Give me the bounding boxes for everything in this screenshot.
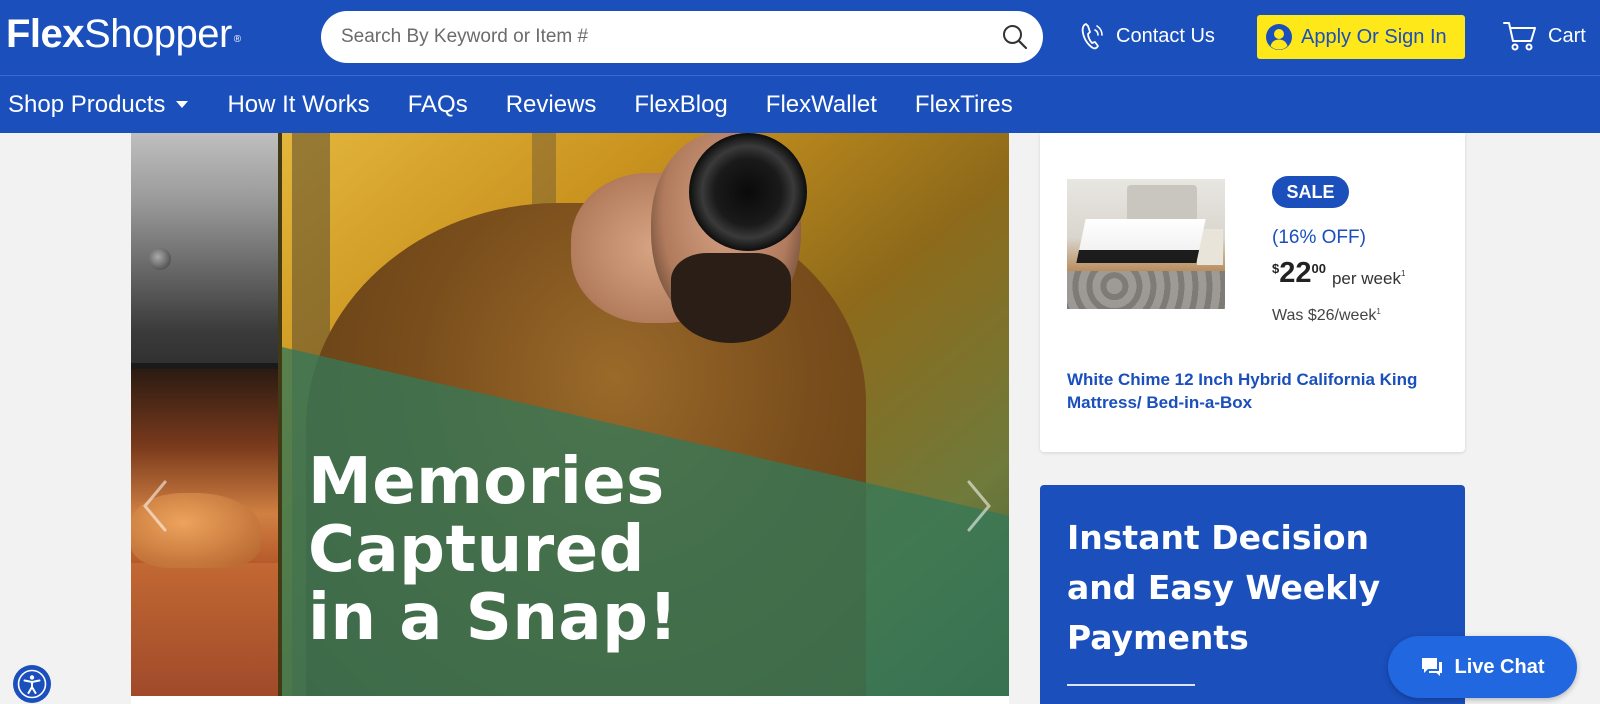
photographer-beard [671,253,791,343]
logo-text-bold: Flex [6,12,85,56]
hero-headline-line: in a Snap! [308,581,679,655]
contact-us-link[interactable]: Contact Us [1078,20,1215,52]
nav-item-flexblog[interactable]: FlexBlog [634,91,727,119]
promo-headline: Instant Decision and Easy Weekly Payment… [1067,513,1447,663]
nav-item-flextires[interactable]: FlexTires [915,91,1013,119]
rug [1067,271,1225,309]
hero-bottom-edge [131,696,1009,704]
price-unit-label: per week [1331,269,1401,288]
product-card[interactable]: SALE (16% OFF) $ 22 00 per week1 Was $26… [1040,133,1465,452]
hero-headline: Memories Captured in a Snap! [308,448,678,652]
top-header: FlexShopper® Contact Us Apply Or Sign In [0,0,1600,75]
cart-icon [1503,22,1536,51]
nav-item-label: FlexTires [914,90,1013,118]
sale-badge: SALE [1272,176,1349,208]
footnote-marker: 1 [1400,269,1406,278]
discount-percent: (16% OFF) [1272,227,1366,248]
hero-oven-image [131,133,278,696]
promo-underline [1067,684,1195,686]
nav-item-label: FAQs [407,90,468,118]
search-icon[interactable] [1001,23,1029,51]
mattress [1076,219,1206,263]
promo-headline-line: Instant Decision [1067,518,1369,557]
cart-link[interactable]: Cart [1502,18,1586,54]
oven-knob [149,248,171,270]
contact-us-label: Contact Us [1116,24,1215,47]
chevron-right-icon[interactable] [965,478,995,534]
was-price: Was $26/week1 [1272,307,1381,325]
main-nav: Shop Products How It Works FAQs Reviews … [0,75,1600,133]
nav-item-label: FlexWallet [765,90,877,118]
product-image[interactable] [1067,179,1225,309]
live-chat-button[interactable]: Live Chat [1388,636,1577,698]
camera-lens [689,133,807,251]
nav-item-label: Reviews [505,90,597,118]
nav-item-shop-products[interactable]: Shop Products [8,91,189,119]
cart-label: Cart [1548,24,1586,47]
hero-headline-line: Captured [308,513,645,587]
nav-item-label: FlexBlog [634,90,728,118]
nav-item-reviews[interactable]: Reviews [506,91,597,119]
nav-item-faqs[interactable]: FAQs [408,91,468,119]
user-icon [1266,24,1292,50]
nav-item-how-it-works[interactable]: How It Works [227,91,369,119]
logo-registered-mark: ® [233,34,241,45]
chevron-down-icon [176,101,189,108]
price-cents: 00 [1311,261,1326,276]
nav-item-label: How It Works [227,90,370,118]
price-dollars: 22 [1279,257,1312,289]
nav-item-flexwallet[interactable]: FlexWallet [766,91,877,119]
footnote-marker: 1 [1376,307,1381,316]
chat-bubble-icon [1422,658,1443,676]
apply-or-sign-in-label: Apply Or Sign In [1301,25,1447,48]
flexshopper-logo[interactable]: FlexShopper ® [6,10,241,58]
apply-or-sign-in-button[interactable]: Apply Or Sign In [1257,15,1465,59]
promo-headline-line: and Easy Weekly [1067,568,1381,607]
chevron-left-icon[interactable] [139,478,169,534]
phone-icon [1081,23,1103,50]
price-currency: $ [1272,261,1280,276]
accessibility-icon [17,669,47,699]
search-input[interactable] [341,11,981,63]
was-price-label: Was $26/week [1272,307,1377,324]
weekly-price: $ 22 00 per week1 [1272,257,1405,289]
logo-text-regular: Shopper [84,12,232,56]
hero-headline-line: Memories [308,445,665,519]
accessibility-button[interactable] [13,665,51,703]
search-bar [321,11,1043,63]
live-chat-label: Live Chat [1454,655,1545,678]
hero-carousel[interactable]: Memories Captured in a Snap! [131,133,1009,696]
nav-item-label: Shop Products [8,90,166,118]
price-unit: per week1 [1332,269,1405,289]
product-title-link[interactable]: White Chime 12 Inch Hybrid California Ki… [1067,368,1447,414]
